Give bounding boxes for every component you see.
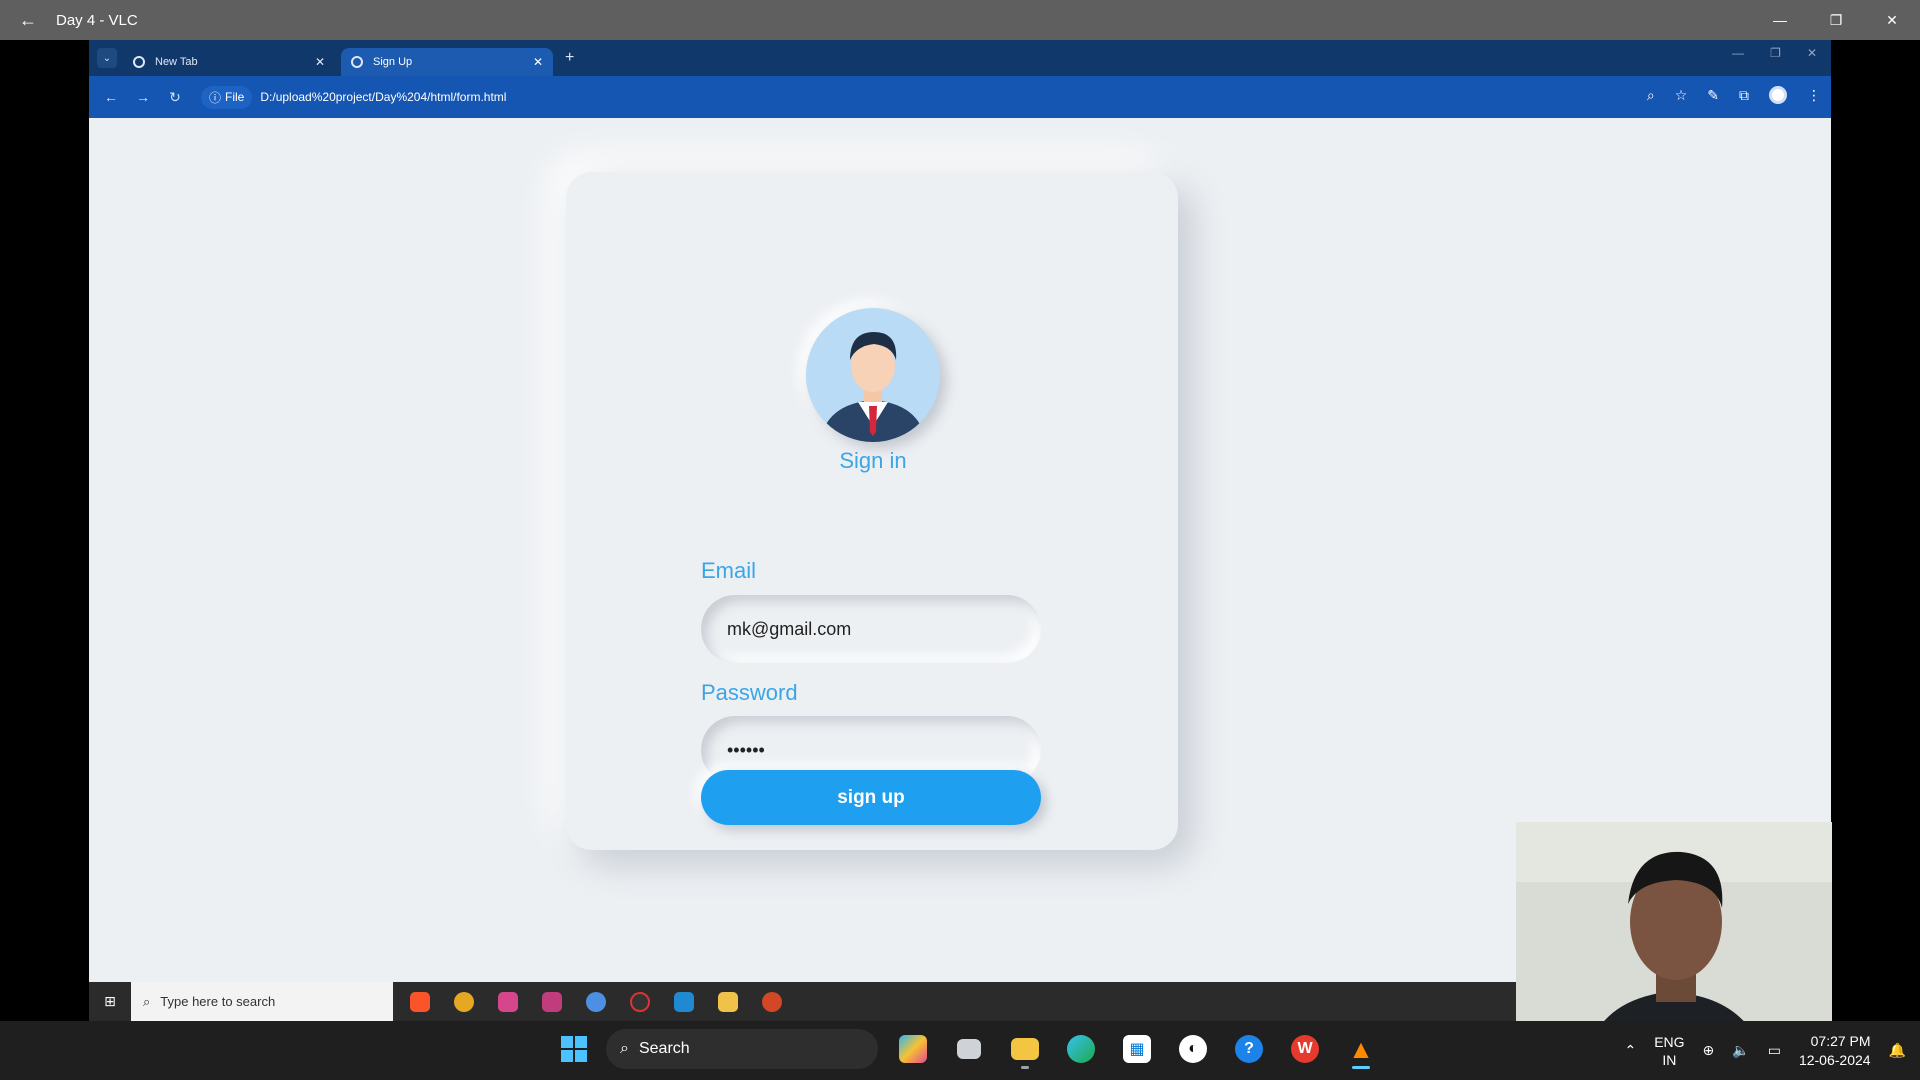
window-controls: — ❐ ✕ <box>1752 0 1920 40</box>
browser-restore-icon[interactable]: ❐ <box>1770 46 1781 60</box>
vscode-icon[interactable] <box>667 982 701 1021</box>
vlc-icon[interactable]: ▲ <box>1340 1029 1382 1069</box>
tab-search-button[interactable]: ⌄ <box>97 48 117 68</box>
brave-icon[interactable] <box>403 982 437 1021</box>
taskbar-search[interactable]: ⌕ Search <box>606 1029 878 1069</box>
file-explorer-icon[interactable] <box>1004 1029 1046 1069</box>
close-tab-icon[interactable]: ✕ <box>533 55 543 69</box>
paint-icon[interactable] <box>535 982 569 1021</box>
file-explorer-icon[interactable] <box>711 982 745 1021</box>
network-icon[interactable]: ⊕ <box>1703 1042 1715 1059</box>
copilot-icon[interactable] <box>892 1029 934 1069</box>
browser-toolbar: ← → ↻ ⓘ File D:/upload%20project/Day%204… <box>89 76 1831 118</box>
forward-icon[interactable]: → <box>127 89 159 105</box>
businessman-icon <box>806 308 940 442</box>
tab-new-tab[interactable]: New Tab ✕ <box>123 48 335 76</box>
tab-label: Sign Up <box>373 56 413 68</box>
start-button[interactable] <box>556 1029 592 1069</box>
microsoft-store-icon[interactable]: ▦ <box>1116 1029 1158 1069</box>
windows-start-icon[interactable]: ⊞ <box>89 982 131 1021</box>
new-tab-button[interactable]: + <box>565 49 574 67</box>
search-label: Search <box>638 1040 690 1057</box>
search-placeholder: Type here to search <box>160 994 276 1009</box>
restore-button[interactable]: ❐ <box>1808 0 1864 40</box>
back-icon[interactable]: ← <box>0 0 56 40</box>
chrome-icon <box>133 56 145 68</box>
profile-avatar[interactable] <box>1769 86 1787 104</box>
system-tray: ⌃ ENG IN ⊕ 🔈 ▭ 07:27 PM 12-06-2024 🔔 <box>1624 1021 1920 1080</box>
browser-tab-bar: ⌄ New Tab ✕ Sign Up ✕ + — ❐ ✕ <box>89 40 1831 76</box>
chrome-icon[interactable] <box>447 982 481 1021</box>
browser-close-icon[interactable]: ✕ <box>1807 46 1817 60</box>
tab-sign-up[interactable]: Sign Up ✕ <box>341 48 553 76</box>
clock[interactable]: 07:27 PM 12-06-2024 <box>1799 1032 1871 1070</box>
chevron-up-icon[interactable]: ⌃ <box>1624 1042 1636 1059</box>
paint-icon[interactable] <box>491 982 525 1021</box>
recorded-search-box[interactable]: ⌕ Type here to search <box>131 982 393 1021</box>
zoom-icon[interactable]: ⌕ <box>1647 87 1655 104</box>
taskbar-apps: ⌕ Search ▦ ◐ ? W ▲ <box>556 1029 1382 1069</box>
headset-app-icon[interactable]: ◐ <box>1172 1029 1214 1069</box>
user-avatar <box>806 308 940 442</box>
browser-minimize-icon[interactable]: — <box>1732 46 1744 60</box>
windows-taskbar: ⌕ Search ▦ ◐ ? W ▲ ⌃ ENG IN ⊕ 🔈 ▭ 07:27 … <box>0 1021 1920 1080</box>
search-icon: ⌕ <box>143 993 151 1009</box>
info-icon: ⓘ <box>209 90 222 105</box>
language-indicator[interactable]: ENG IN <box>1654 1033 1684 1069</box>
search-icon: ⌕ <box>620 1040 629 1057</box>
date: 12-06-2024 <box>1798 1051 1871 1068</box>
battery-icon[interactable]: ▭ <box>1768 1042 1781 1059</box>
form-title: Sign in <box>839 448 907 473</box>
reload-icon[interactable]: ↻ <box>159 89 191 106</box>
close-tab-icon[interactable]: ✕ <box>315 55 325 69</box>
pen-icon[interactable]: ✎ <box>1707 87 1719 104</box>
task-view-icon[interactable] <box>948 1029 990 1069</box>
toolbar-actions: ⌕ ☆ ✎ ⧉ ⋮ <box>1647 86 1821 104</box>
help-icon[interactable]: ? <box>1228 1029 1270 1069</box>
globe-icon <box>351 56 363 68</box>
minimize-button[interactable]: — <box>1752 0 1808 40</box>
url-text: D:/upload%20project/Day%204/html/form.ht… <box>260 90 507 104</box>
chrome-icon[interactable] <box>579 982 613 1021</box>
browser-window-controls: — ❐ ✕ <box>1732 46 1817 60</box>
address-bar[interactable]: ⓘ File D:/upload%20project/Day%204/html/… <box>201 82 1651 112</box>
password-label: Password <box>701 680 798 705</box>
menu-icon[interactable]: ⋮ <box>1807 87 1821 104</box>
bookmark-star-icon[interactable]: ☆ <box>1675 87 1688 104</box>
email-label: Email <box>701 558 757 583</box>
powerpoint-icon[interactable] <box>755 982 789 1021</box>
back-icon[interactable]: ← <box>95 89 127 105</box>
edge-icon[interactable] <box>1060 1029 1102 1069</box>
windows-logo-icon <box>561 1036 587 1062</box>
site-info-label: File <box>225 90 245 104</box>
tab-label: New Tab <box>155 56 198 68</box>
site-info-button[interactable]: ⓘ File <box>201 85 253 109</box>
vlc-title-bar: ← Day 4 - VLC — ❐ ✕ <box>0 0 1920 40</box>
sign-up-button[interactable]: sign up <box>701 770 1041 825</box>
recorder-icon[interactable] <box>623 982 657 1021</box>
wps-office-icon[interactable]: W <box>1284 1029 1326 1069</box>
lang-code: ENG <box>1654 1033 1685 1050</box>
window-title: Day 4 - VLC <box>56 11 138 29</box>
extensions-icon[interactable]: ⧉ <box>1739 87 1749 104</box>
email-field[interactable]: mk@gmail.com <box>701 595 1041 663</box>
notification-bell-icon[interactable]: 🔔 <box>1889 1042 1906 1059</box>
region-code: IN <box>1662 1051 1677 1068</box>
volume-icon[interactable]: 🔈 <box>1732 1042 1749 1059</box>
time: 07:27 PM <box>1810 1032 1871 1049</box>
close-button[interactable]: ✕ <box>1864 0 1920 40</box>
